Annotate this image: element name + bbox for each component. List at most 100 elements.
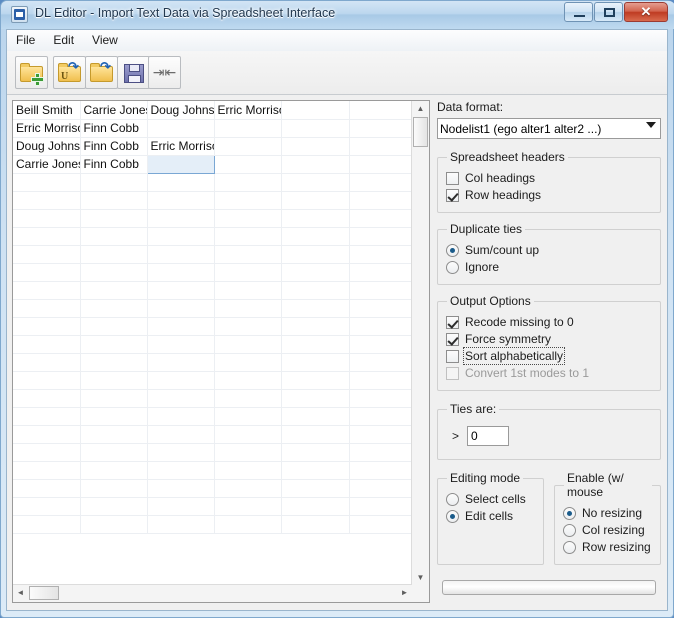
table-row[interactable] [13,191,412,210]
grid-cell[interactable] [147,389,215,408]
grid-cell[interactable] [147,335,215,354]
ties-threshold-input[interactable] [467,426,510,446]
grid-cell[interactable] [13,245,81,264]
maximize-button[interactable] [594,2,623,22]
table-row[interactable] [13,497,412,516]
table-row[interactable]: Erric Morriso Finn Cobb [13,119,412,138]
spreadsheet[interactable]: Beill SmithCarrie JonesDoug JohnsoErric … [12,100,430,603]
horizontal-scroll-thumb[interactable] [29,586,59,600]
table-row[interactable] [13,479,412,498]
table-row[interactable] [13,443,412,462]
grid-cell[interactable] [80,371,148,390]
grid-cell[interactable] [281,317,350,336]
grid-cell[interactable] [281,461,350,480]
grid-cell[interactable] [349,245,412,264]
grid-cell[interactable] [214,497,282,516]
grid-cell[interactable] [281,245,350,264]
grid-cell[interactable] [13,479,81,498]
menu-item-file[interactable]: File [7,30,44,51]
grid-cell[interactable] [146,154,215,174]
grid-cell[interactable] [281,443,350,462]
grid-cell[interactable] [13,335,81,354]
table-row[interactable] [13,425,412,444]
table-row[interactable] [13,515,412,534]
grid-cell[interactable] [13,299,81,318]
grid-cell[interactable] [281,191,350,210]
grid-cell[interactable] [147,497,215,516]
grid-cell[interactable] [214,299,282,318]
table-row[interactable]: Carrie Jones Finn Cobb [13,154,412,174]
grid-cell[interactable]: Beill Smith [13,101,81,120]
checkbox-icon[interactable] [446,188,459,202]
grid-cell[interactable] [147,119,215,138]
menu-item-view[interactable]: View [83,30,127,51]
grid-cell[interactable] [80,281,148,300]
grid-cell[interactable] [281,407,350,426]
grid-cell[interactable] [214,173,282,192]
grid-cell[interactable] [13,317,81,336]
radio-icon[interactable] [563,540,576,554]
grid-cell[interactable] [147,245,215,264]
grid-cell[interactable] [214,119,282,138]
radio-icon[interactable] [446,492,459,506]
minimize-button[interactable] [564,2,593,22]
grid-cell[interactable] [13,191,81,210]
fit-columns-button[interactable]: ⇥⇤ [148,56,181,89]
grid-cell[interactable] [147,443,215,462]
radio-ignore[interactable]: Ignore [446,260,652,274]
table-row[interactable] [13,299,412,318]
open-ucinet-file-button[interactable]: U ↷ [53,56,86,89]
grid-cell[interactable] [349,173,412,192]
scroll-up-arrow-icon[interactable]: ▲ [412,101,429,116]
grid-cell[interactable] [349,353,412,372]
grid-cell[interactable]: Carrie Jones [80,101,148,120]
scroll-down-arrow-icon[interactable]: ▼ [412,570,429,585]
grid-cell[interactable] [281,353,350,372]
grid-cell[interactable] [349,407,412,426]
grid-cell[interactable] [349,155,412,174]
grid-cell[interactable] [80,173,148,192]
grid-cell[interactable]: Finn Cobb [80,155,148,174]
grid-cell[interactable] [281,389,350,408]
grid-cell[interactable] [147,353,215,372]
grid-cell[interactable]: Finn Cobb [80,137,148,156]
spreadsheet-grid[interactable]: Beill SmithCarrie JonesDoug JohnsoErric … [13,101,412,585]
vertical-scroll-thumb[interactable] [413,117,428,147]
grid-cell[interactable] [80,407,148,426]
grid-cell[interactable] [80,299,148,318]
grid-cell[interactable] [80,497,148,516]
grid-cell[interactable] [147,299,215,318]
grid-cell[interactable] [214,209,282,228]
table-row[interactable] [13,209,412,228]
grid-cell[interactable] [13,227,81,246]
grid-cell[interactable] [214,227,282,246]
radio-no-resizing[interactable]: No resizing [563,506,652,520]
grid-cell[interactable] [281,173,350,192]
grid-cell[interactable] [281,101,350,120]
grid-cell[interactable] [13,407,81,426]
table-row[interactable] [13,407,412,426]
checkbox-icon[interactable] [446,315,459,329]
grid-cell[interactable] [349,209,412,228]
grid-cell[interactable] [214,191,282,210]
grid-cell[interactable] [13,353,81,372]
radio-icon[interactable] [446,260,459,274]
checkbox-sort-alphabetically[interactable]: Sort alphabetically [446,347,652,365]
grid-cell[interactable] [13,371,81,390]
radio-icon[interactable] [563,506,576,520]
grid-cell[interactable]: Erric Morriso [13,119,81,138]
table-row[interactable] [13,389,412,408]
grid-cell[interactable] [281,281,350,300]
grid-cell[interactable] [80,443,148,462]
grid-cell[interactable] [13,443,81,462]
grid-cell[interactable] [281,335,350,354]
radio-col-resizing[interactable]: Col resizing [563,523,652,537]
open-new-file-button[interactable] [15,56,48,89]
table-row[interactable] [13,317,412,336]
radio-edit-cells[interactable]: Edit cells [446,509,535,523]
grid-cell[interactable] [214,155,282,174]
grid-cell[interactable] [13,425,81,444]
grid-cell[interactable] [147,371,215,390]
grid-cell[interactable] [214,371,282,390]
checkbox-force-symmetry[interactable]: Force symmetry [446,332,652,346]
